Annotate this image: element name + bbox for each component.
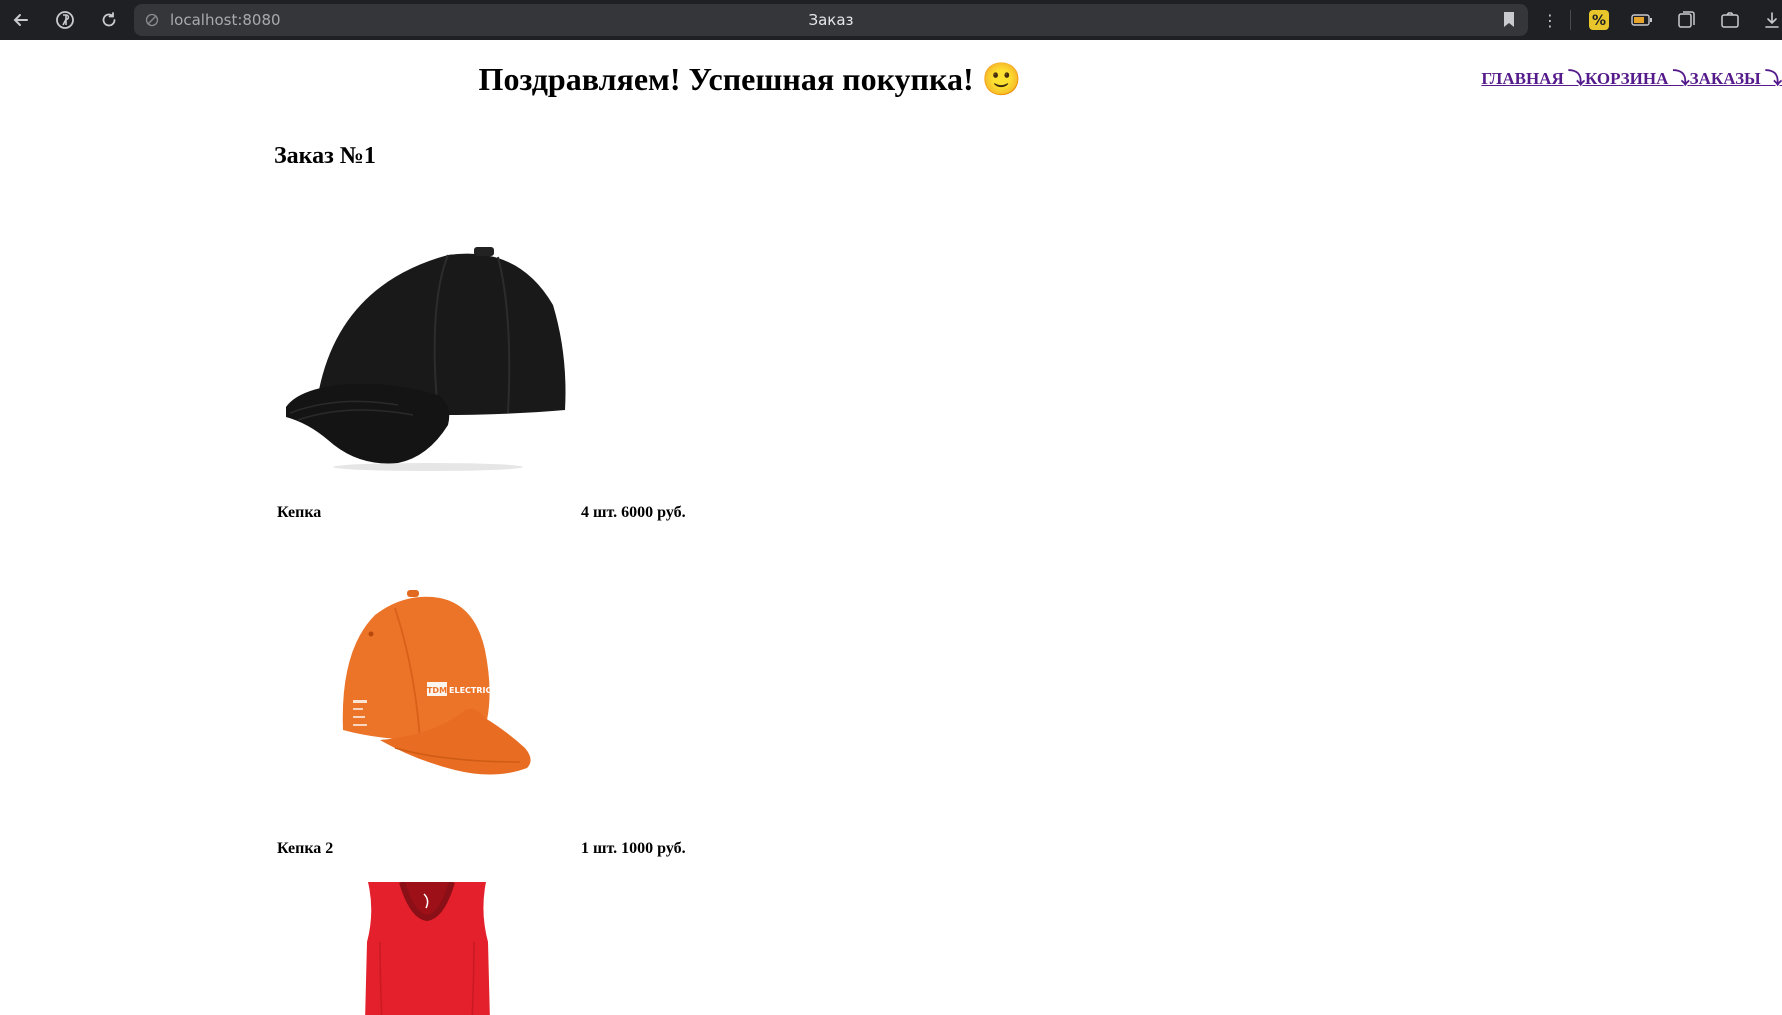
product-quantity-price: 1 шт. 1000 руб.	[581, 840, 686, 857]
nav-link-orders[interactable]: ЗАКАЗЫ ⤵	[1690, 69, 1782, 88]
address-bar[interactable]: localhost:8080 Заказ	[134, 4, 1528, 36]
downloads-icon[interactable]	[1760, 8, 1782, 32]
product-image-orange-cap: TDM ELECTRIC	[335, 590, 535, 775]
toolbar-divider	[1570, 10, 1571, 30]
discount-extension-icon[interactable]: %	[1587, 8, 1611, 32]
top-navigation: ГЛАВНАЯ ⤵КОРЗИНА ⤵ЗАКАЗЫ ⤵	[1481, 64, 1782, 89]
order-title: Заказ №1	[274, 143, 376, 169]
product-image-red-tank-top	[360, 882, 495, 1015]
product-image-black-cap	[278, 245, 578, 475]
nav-link-home[interactable]: ГЛАВНАЯ ⤵	[1481, 69, 1585, 88]
collections-icon[interactable]	[1674, 8, 1698, 32]
product-quantity-price: 4 шт. 6000 руб.	[581, 504, 686, 521]
page-heading: Поздравляем! Успешная покупка! 🙂	[478, 61, 1022, 97]
yandex-icon[interactable]	[53, 8, 77, 32]
browser-toolbar: localhost:8080 Заказ ⋮ %	[0, 0, 1782, 40]
product-name: Кепка	[277, 504, 322, 521]
nav-link-cart[interactable]: КОРЗИНА ⤵	[1585, 69, 1690, 88]
svg-text:%: %	[1592, 13, 1606, 29]
svg-text:ELECTRIC: ELECTRIC	[449, 686, 491, 695]
back-icon[interactable]	[9, 8, 33, 32]
more-icon[interactable]: ⋮	[1538, 8, 1562, 32]
bookmark-icon[interactable]	[1502, 11, 1516, 29]
svg-text:TDM: TDM	[427, 686, 447, 695]
product-name: Кепка 2	[277, 840, 334, 857]
screenshot-icon[interactable]	[1718, 8, 1742, 32]
tab-title: Заказ	[808, 11, 854, 29]
reload-icon[interactable]	[97, 8, 121, 32]
battery-icon[interactable]	[1630, 8, 1654, 32]
